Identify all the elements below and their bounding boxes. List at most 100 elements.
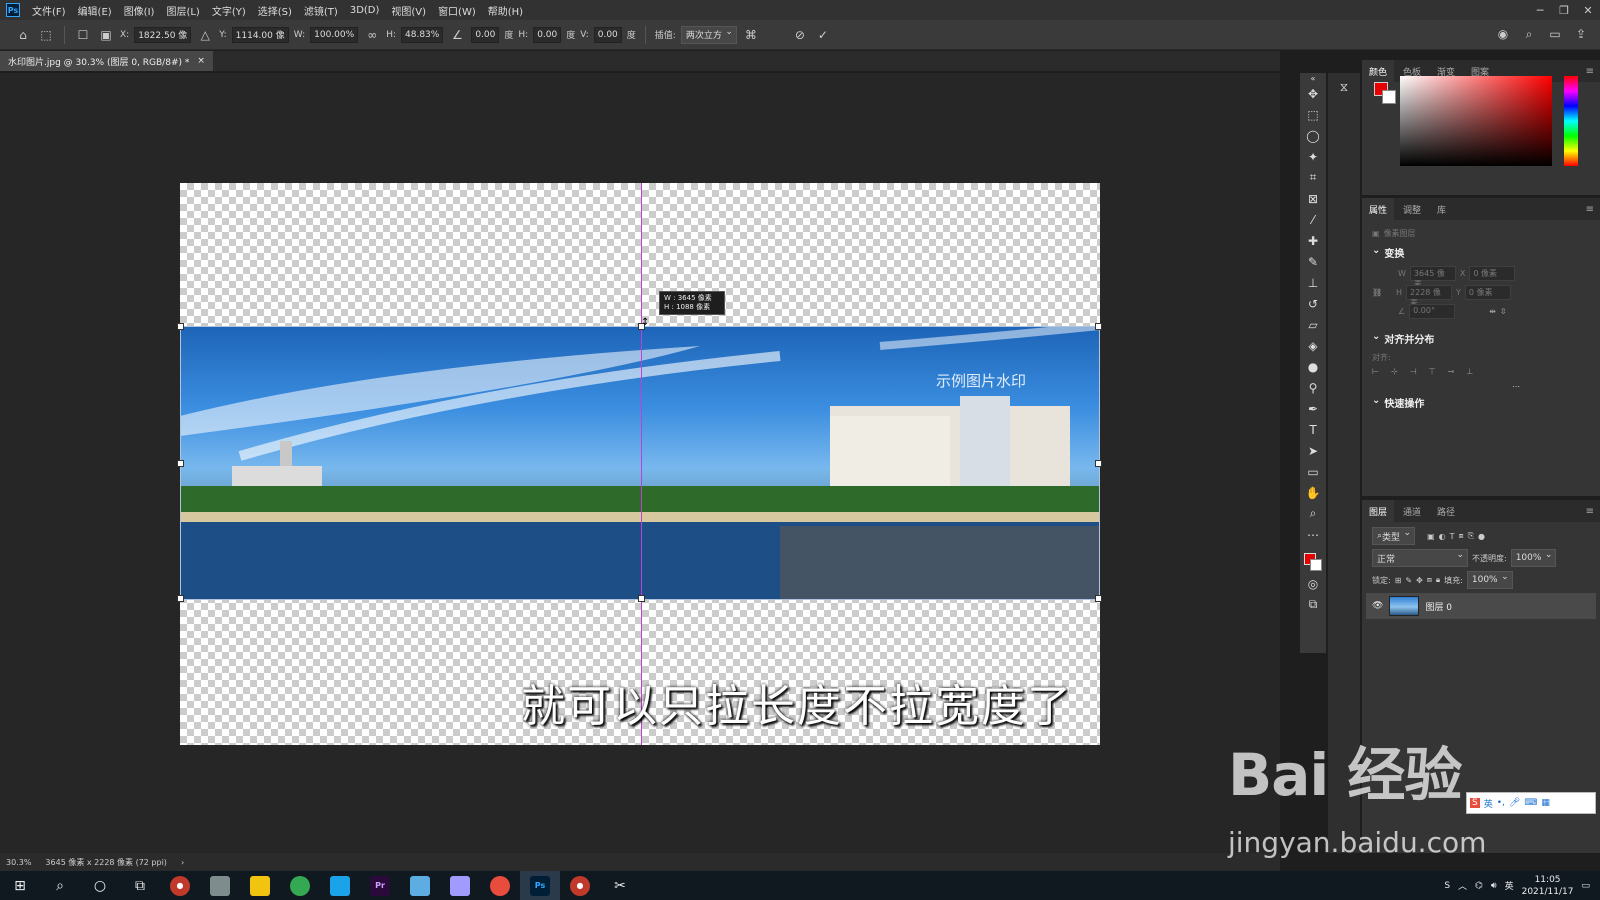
photoshop-taskbar-icon[interactable]: Ps: [520, 871, 560, 900]
rotation-field[interactable]: 0.00: [471, 26, 500, 43]
handle-bottom-right[interactable]: [1095, 595, 1102, 602]
color-swatches[interactable]: [1302, 551, 1324, 573]
recorder-icon[interactable]: ●: [560, 871, 600, 900]
task-view-icon[interactable]: ⧉: [120, 871, 160, 900]
width-field[interactable]: 3645 像素: [1409, 266, 1456, 289]
capcut-icon[interactable]: ✂: [600, 871, 640, 900]
history-brush-icon[interactable]: ↺: [1303, 293, 1323, 314]
rectangle-tool-icon[interactable]: ▭: [1303, 461, 1323, 482]
eraser-tool-icon[interactable]: ▱: [1303, 314, 1323, 335]
x-field[interactable]: 0 像素: [1469, 266, 1516, 281]
transform-bounding-box[interactable]: [177, 323, 1102, 602]
align-right-icon[interactable]: ⊣: [1410, 367, 1417, 376]
network-icon[interactable]: ⌬: [1475, 881, 1483, 891]
panel-background-color[interactable]: [1382, 90, 1396, 104]
brush-tool-icon[interactable]: ✎: [1303, 251, 1323, 272]
transform-tool-icon[interactable]: ⬚: [37, 27, 55, 43]
screen-mode-icon[interactable]: ⧉: [1303, 594, 1323, 615]
tab-paths[interactable]: 路径: [1430, 500, 1462, 522]
hskew-field[interactable]: 0.00: [533, 26, 562, 43]
lock-transparency-icon[interactable]: ⊞: [1395, 576, 1402, 585]
transform-section-header[interactable]: ⌄ 变换: [1362, 241, 1600, 264]
healing-tool-icon[interactable]: ✚: [1303, 230, 1323, 251]
filter-adjust-icon[interactable]: ◐: [1439, 532, 1446, 541]
menu-select[interactable]: 选择(S): [252, 3, 298, 18]
app-icon[interactable]: [200, 871, 240, 900]
align-top-icon[interactable]: ⊤: [1429, 367, 1436, 376]
ime-language-icon[interactable]: 英: [1484, 797, 1493, 810]
cortana-icon[interactable]: ○: [80, 871, 120, 900]
eyedropper-tool-icon[interactable]: ⁄: [1303, 209, 1323, 230]
align-hcenter-icon[interactable]: ⊹: [1391, 367, 1398, 376]
zoom-tool-icon[interactable]: ⌕: [1303, 503, 1323, 524]
browser-icon[interactable]: [320, 871, 360, 900]
handle-middle-left[interactable]: [177, 460, 184, 467]
fill-select[interactable]: 100%: [1466, 571, 1513, 589]
blend-mode-select[interactable]: 正常: [1372, 549, 1468, 567]
sogou-tray-icon[interactable]: S: [1444, 881, 1450, 891]
handle-middle-right[interactable]: [1095, 460, 1102, 467]
close-tab-icon[interactable]: ×: [197, 56, 205, 66]
ime-punct-icon[interactable]: •,: [1497, 798, 1505, 808]
premiere-icon[interactable]: Pr: [360, 871, 400, 900]
notification-icon[interactable]: ▭: [1581, 881, 1590, 891]
lock-all-icon[interactable]: 🔒︎: [1436, 575, 1440, 585]
search-icon[interactable]: ⌕: [1520, 26, 1538, 42]
layer-filter-select[interactable]: ⌕ 类型: [1372, 527, 1416, 545]
x-position-field[interactable]: 1822.50 像: [134, 26, 192, 43]
warp-icon[interactable]: ⌘: [742, 27, 760, 43]
link-icon[interactable]: ∞: [363, 27, 381, 43]
angle-field[interactable]: 0.00°: [1409, 304, 1456, 319]
delta-icon[interactable]: △: [196, 27, 214, 43]
frame-tool-icon[interactable]: ⊠: [1303, 188, 1323, 209]
menu-view[interactable]: 视图(V): [385, 3, 432, 18]
tab-libraries[interactable]: 库: [1430, 198, 1453, 220]
opacity-select[interactable]: 100%: [1510, 549, 1557, 567]
dodge-tool-icon[interactable]: ⚲: [1303, 377, 1323, 398]
cloud-user-icon[interactable]: ◉: [1494, 26, 1512, 42]
cancel-transform-icon[interactable]: ⊘: [791, 27, 809, 43]
chrome-icon[interactable]: [280, 871, 320, 900]
clock[interactable]: 11:05 2021/11/17: [1522, 874, 1574, 898]
crop-tool-icon[interactable]: ⌗: [1303, 167, 1323, 188]
document-info[interactable]: 3645 像素 x 2228 像素 (72 ppi): [45, 857, 167, 868]
workspace-icon[interactable]: ▭: [1546, 26, 1564, 42]
menu-help[interactable]: 帮助(H): [482, 3, 529, 18]
vskew-field[interactable]: 0.00: [593, 26, 622, 43]
ime-logo-icon[interactable]: S: [1470, 798, 1480, 808]
share-icon[interactable]: ⇪: [1572, 26, 1590, 42]
menu-3d[interactable]: 3D(D): [344, 5, 386, 16]
lock-position-icon[interactable]: ✥: [1416, 576, 1423, 585]
height-field[interactable]: 2228 像素: [1406, 285, 1453, 308]
menu-filter[interactable]: 滤镜(T): [298, 3, 344, 18]
flip-vertical-icon[interactable]: ⇳: [1500, 307, 1507, 316]
align-left-icon[interactable]: ⊢: [1372, 367, 1379, 376]
color-picker-field[interactable]: [1400, 76, 1552, 166]
lock-artboard-icon[interactable]: ⧈: [1427, 575, 1432, 585]
record-app-icon[interactable]: ●: [160, 871, 200, 900]
restore-icon[interactable]: ❐: [1552, 4, 1576, 17]
interpolation-select[interactable]: 两次立方: [680, 25, 737, 44]
history-panel-icon[interactable]: ⧖: [1334, 77, 1354, 98]
magic-wand-tool-icon[interactable]: ✦: [1303, 146, 1323, 167]
tab-layers[interactable]: 图层: [1362, 500, 1395, 522]
lock-paint-icon[interactable]: ✎: [1405, 576, 1412, 585]
layer-row[interactable]: 👁︎ 图层 0: [1366, 593, 1596, 619]
reference-point-checkbox[interactable]: ☐: [74, 27, 92, 43]
tab-channels[interactable]: 通道: [1396, 500, 1428, 522]
minimize-icon[interactable]: ─: [1528, 4, 1552, 17]
handle-bottom-center[interactable]: [638, 595, 645, 602]
background-color[interactable]: [1310, 559, 1322, 571]
align-bottom-icon[interactable]: ⊥: [1466, 367, 1473, 376]
flip-horizontal-icon[interactable]: ⇹: [1489, 307, 1496, 316]
ime-mic-icon[interactable]: 🎤︎: [1509, 798, 1520, 808]
filter-pixel-icon[interactable]: ▣: [1427, 532, 1435, 541]
hue-slider[interactable]: [1564, 76, 1578, 166]
blur-tool-icon[interactable]: ●: [1303, 356, 1323, 377]
align-section-header[interactable]: ⌄ 对齐并分布: [1362, 327, 1600, 350]
move-tool-icon[interactable]: ✥: [1303, 83, 1323, 104]
handle-top-right[interactable]: [1095, 323, 1102, 330]
y-field[interactable]: 0 像素: [1464, 285, 1511, 300]
menu-layer[interactable]: 图层(L): [160, 3, 205, 18]
pen-tool-icon[interactable]: ✒: [1303, 398, 1323, 419]
